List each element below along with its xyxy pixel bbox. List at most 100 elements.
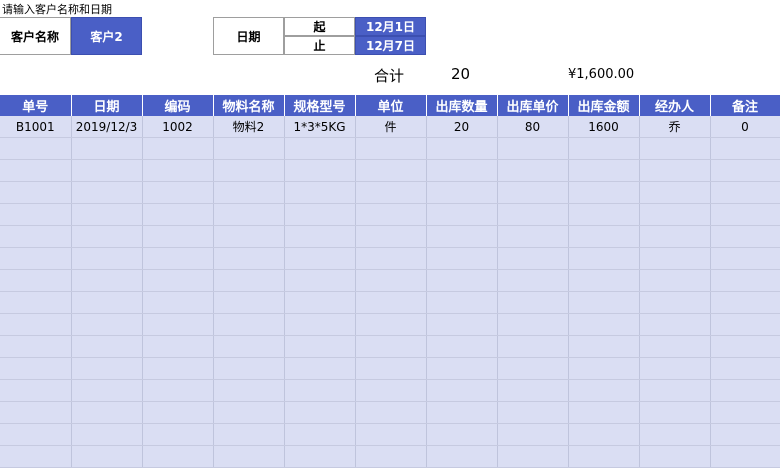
table-cell[interactable]	[213, 269, 285, 292]
column-header[interactable]: 单号	[0, 95, 72, 116]
table-cell[interactable]	[0, 423, 72, 446]
start-date-input[interactable]: 12月1日	[355, 17, 426, 36]
table-cell[interactable]	[284, 335, 356, 358]
table-cell[interactable]	[497, 313, 569, 336]
table-cell[interactable]	[213, 159, 285, 182]
table-cell[interactable]	[71, 291, 143, 314]
table-cell[interactable]	[426, 181, 498, 204]
table-cell[interactable]	[355, 379, 427, 402]
table-cell[interactable]	[426, 137, 498, 160]
table-cell[interactable]	[497, 203, 569, 226]
column-header[interactable]: 规格型号	[284, 95, 356, 116]
table-cell[interactable]	[355, 357, 427, 380]
table-cell[interactable]	[568, 247, 640, 270]
table-cell[interactable]	[355, 313, 427, 336]
table-cell[interactable]	[497, 137, 569, 160]
table-cell[interactable]	[284, 137, 356, 160]
table-cell[interactable]	[426, 313, 498, 336]
table-cell[interactable]	[639, 159, 711, 182]
table-cell[interactable]	[710, 159, 780, 182]
table-cell[interactable]	[710, 291, 780, 314]
table-cell[interactable]	[0, 181, 72, 204]
table-cell[interactable]	[426, 401, 498, 424]
table-cell[interactable]	[71, 159, 143, 182]
table-cell[interactable]	[568, 401, 640, 424]
table-cell[interactable]	[355, 159, 427, 182]
table-cell[interactable]	[568, 379, 640, 402]
table-cell[interactable]	[284, 291, 356, 314]
table-cell[interactable]	[0, 269, 72, 292]
table-cell[interactable]	[710, 225, 780, 248]
table-cell[interactable]: B1001	[0, 116, 72, 138]
table-cell[interactable]	[284, 445, 356, 468]
table-cell[interactable]	[568, 159, 640, 182]
column-header[interactable]: 备注	[710, 95, 780, 116]
table-cell[interactable]	[426, 247, 498, 270]
table-cell[interactable]	[426, 423, 498, 446]
table-cell[interactable]	[213, 291, 285, 314]
table-cell[interactable]	[284, 159, 356, 182]
table-cell[interactable]: 件	[355, 116, 427, 138]
table-cell[interactable]	[284, 247, 356, 270]
table-cell[interactable]	[426, 159, 498, 182]
table-cell[interactable]	[284, 225, 356, 248]
table-cell[interactable]	[71, 401, 143, 424]
column-header[interactable]: 经办人	[639, 95, 711, 116]
table-cell[interactable]	[497, 159, 569, 182]
table-cell[interactable]	[142, 181, 214, 204]
table-cell[interactable]	[426, 445, 498, 468]
table-cell[interactable]	[0, 203, 72, 226]
table-cell[interactable]	[710, 137, 780, 160]
table-cell[interactable]	[0, 357, 72, 380]
table-cell[interactable]	[213, 423, 285, 446]
table-cell[interactable]	[213, 379, 285, 402]
table-cell[interactable]	[568, 423, 640, 446]
table-cell[interactable]	[426, 225, 498, 248]
column-header[interactable]: 物料名称	[213, 95, 285, 116]
table-cell[interactable]	[0, 379, 72, 402]
table-cell[interactable]	[142, 159, 214, 182]
column-header[interactable]: 出库金额	[568, 95, 640, 116]
table-cell[interactable]	[213, 247, 285, 270]
table-cell[interactable]	[71, 203, 143, 226]
table-cell[interactable]	[639, 423, 711, 446]
table-cell[interactable]	[639, 181, 711, 204]
table-cell[interactable]	[71, 445, 143, 468]
table-cell[interactable]	[142, 423, 214, 446]
table-cell[interactable]: 1002	[142, 116, 214, 138]
table-cell[interactable]	[213, 137, 285, 160]
table-cell[interactable]	[497, 445, 569, 468]
table-cell[interactable]	[568, 291, 640, 314]
table-cell[interactable]	[284, 401, 356, 424]
table-cell[interactable]	[710, 247, 780, 270]
table-cell[interactable]	[568, 445, 640, 468]
table-cell[interactable]	[142, 225, 214, 248]
table-cell[interactable]	[568, 313, 640, 336]
table-cell[interactable]	[710, 313, 780, 336]
table-cell[interactable]	[497, 335, 569, 358]
table-cell[interactable]	[0, 335, 72, 358]
table-cell[interactable]	[284, 357, 356, 380]
column-header[interactable]: 单位	[355, 95, 427, 116]
table-cell[interactable]	[639, 379, 711, 402]
table-cell[interactable]	[142, 401, 214, 424]
table-cell[interactable]	[213, 225, 285, 248]
table-cell[interactable]	[639, 203, 711, 226]
table-cell[interactable]	[142, 137, 214, 160]
table-cell[interactable]	[0, 159, 72, 182]
table-cell[interactable]	[355, 291, 427, 314]
table-cell[interactable]	[71, 269, 143, 292]
table-cell[interactable]	[497, 181, 569, 204]
table-cell[interactable]	[710, 181, 780, 204]
table-cell[interactable]	[639, 247, 711, 270]
table-cell[interactable]	[142, 247, 214, 270]
table-cell[interactable]	[0, 225, 72, 248]
table-cell[interactable]	[71, 357, 143, 380]
table-cell[interactable]: 2019/12/3	[71, 116, 143, 138]
table-cell[interactable]	[0, 313, 72, 336]
table-cell[interactable]	[710, 203, 780, 226]
table-cell[interactable]	[0, 401, 72, 424]
table-cell[interactable]: 20	[426, 116, 498, 138]
column-header[interactable]: 编码	[142, 95, 214, 116]
table-cell[interactable]	[213, 445, 285, 468]
